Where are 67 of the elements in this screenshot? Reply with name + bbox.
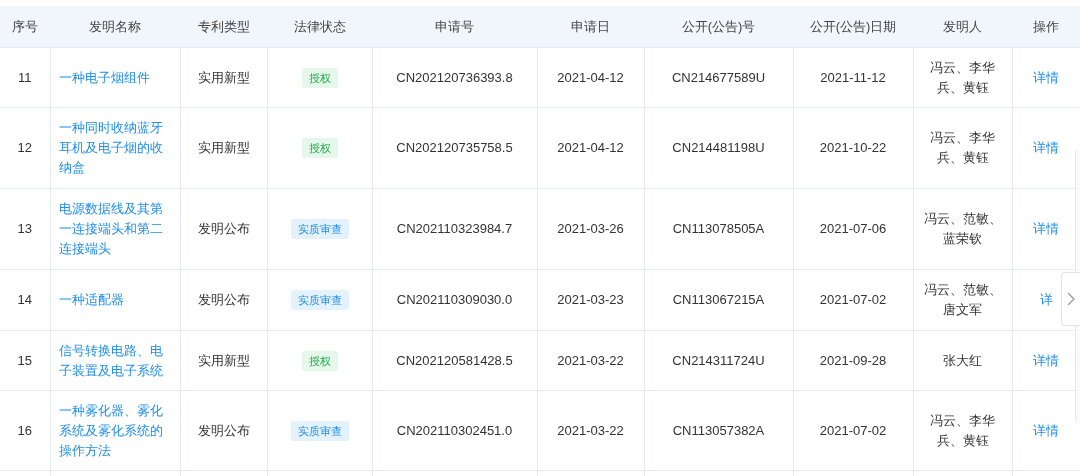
table-cell-text: CN202120735758.5 — [396, 139, 513, 157]
table-cell-text: CN113057382A — [672, 421, 765, 440]
table-cell-text: 2021-04-12 — [557, 68, 624, 87]
table-cell-text: 发明公布 — [197, 421, 250, 440]
table-cell-text: 冯云、李华兵、黄钰 — [929, 58, 996, 97]
table-cell-text: 冯云、范敏、唐文军 — [922, 281, 1003, 319]
status-tag: 实质审查 — [290, 290, 349, 310]
status-tag: 授权 — [301, 67, 338, 88]
table-cell-text: 冯云、李华兵、黄钰 — [929, 411, 996, 450]
column-header: 操作 — [1012, 6, 1080, 48]
details-link[interactable]: 详情 — [1033, 67, 1059, 88]
expand-button[interactable] — [1061, 272, 1080, 326]
table-cell-text: 2021-11-12 — [820, 68, 886, 87]
table-cell-text: 2021-03-22 — [557, 351, 624, 370]
table-cell-text: CN202110309030.0 — [396, 291, 513, 309]
table-cell-text: 2021-03-23 — [557, 291, 624, 309]
table-cell-text: 2021-10-22 — [819, 139, 887, 157]
table-cell-text: 11 — [18, 68, 32, 87]
table-cell-text: 张大红 — [943, 351, 982, 370]
table-cell-text: 2021-03-26 — [557, 220, 624, 238]
details-link[interactable]: 详情 — [1033, 219, 1059, 239]
column-header: 法律状态 — [267, 6, 372, 48]
patent-name-link[interactable]: 一种适配器 — [58, 290, 124, 310]
table-cell-text: 冯云、李华兵、黄钰 — [929, 129, 996, 167]
column-header: 发明人 — [913, 6, 1012, 48]
table-cell-text: 发明公布 — [197, 220, 250, 238]
table-cell-text: 2021-04-12 — [557, 139, 624, 157]
table-cell-text: 2021-07-06 — [819, 220, 887, 238]
table-cell-text: 13 — [17, 220, 32, 238]
table-cell-text: 2021-03-22 — [557, 421, 624, 440]
chevron-right-icon — [1067, 292, 1075, 306]
table-cell-text: 16 — [17, 421, 32, 440]
details-link[interactable]: 详情 — [1033, 350, 1059, 371]
table-cell-text: CN202110302451.0 — [396, 421, 513, 440]
table-cell-text: CN113067215A — [672, 291, 765, 309]
status-tag: 授权 — [301, 350, 338, 371]
table-cell-text: 发明公布 — [197, 291, 250, 309]
table-cell-text: 15 — [17, 351, 32, 370]
column-header: 序号 — [0, 6, 50, 48]
table-cell-text: 12 — [17, 139, 32, 157]
details-link[interactable]: 详情 — [1033, 420, 1059, 441]
column-header: 公开(公告)日期 — [793, 6, 913, 48]
table-cell-text: 实用新型 — [197, 351, 250, 370]
column-header: 专利类型 — [180, 6, 267, 48]
table-cell-text: CN214677589U — [671, 68, 766, 87]
table-cell-text: CN113078505A — [672, 220, 765, 238]
column-header: 申请号 — [372, 6, 537, 48]
status-tag: 实质审查 — [290, 219, 349, 239]
column-header: 发明名称 — [50, 6, 180, 48]
table-cell-text: CN214311724U — [672, 351, 765, 370]
table-cell-text: 14 — [17, 291, 32, 309]
status-tag: 授权 — [301, 138, 338, 158]
table-cell-text: 实用新型 — [197, 68, 250, 87]
table-cell-text: 2021-07-02 — [819, 291, 887, 309]
column-header: 公开(公告)号 — [644, 6, 793, 48]
details-link[interactable]: 详 — [1039, 290, 1053, 310]
table-cell-text: CN202120736393.8 — [396, 68, 513, 87]
table-cell-text: CN214481198U — [672, 139, 765, 157]
table-cell-text: 2021-07-02 — [819, 421, 887, 440]
table-cell-text: 2021-09-28 — [819, 351, 887, 370]
table-cell-text: 实用新型 — [197, 139, 250, 157]
table-cell-text: 冯云、范敏、蓝荣钦 — [922, 210, 1003, 248]
table-cell-text: CN202120581428.5 — [396, 351, 513, 370]
status-tag: 实质审查 — [290, 420, 349, 441]
table-cell-text: CN202110323984.7 — [396, 220, 513, 238]
details-link[interactable]: 详情 — [1033, 138, 1059, 158]
column-header: 申请日 — [537, 6, 644, 48]
